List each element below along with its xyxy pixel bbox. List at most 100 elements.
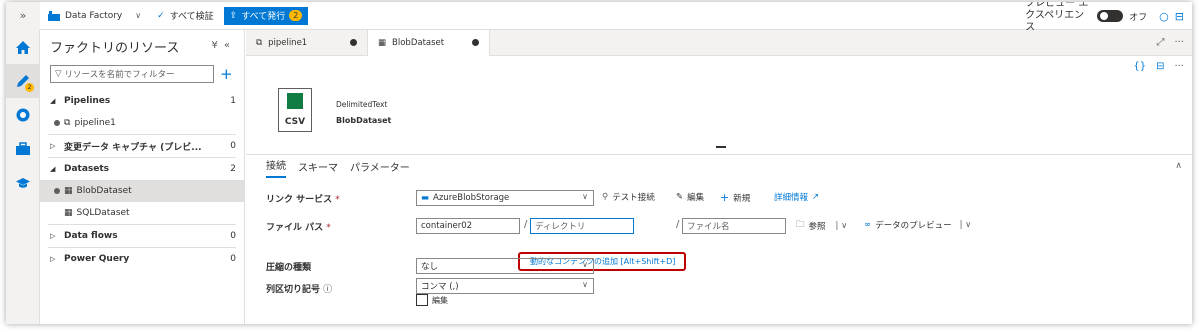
- tab-parameters[interactable]: パラメーター: [350, 159, 410, 178]
- collapsed-triangle-icon: ▷: [50, 142, 56, 150]
- top-toolbar: » Data Factory ∨ ✓ すべて検証 ⇪ すべて発行 2 プレビュー…: [6, 2, 1192, 33]
- tab-connection[interactable]: 接続: [266, 157, 286, 178]
- new-label: 新規: [733, 193, 751, 204]
- tree-group-cdc[interactable]: ▷ 変更データ キャプチャ (プレビ... 0: [40, 135, 244, 157]
- maximize-icon[interactable]: ⤢: [1156, 37, 1164, 48]
- group-label: Pipelines: [64, 96, 111, 106]
- group-label: Data flows: [64, 231, 118, 241]
- delimiter-select[interactable]: コンマ (,) ∨: [416, 278, 594, 294]
- dataset-header: CSV DelimitedText BlobDataset: [246, 76, 1192, 154]
- panel-splitter[interactable]: [716, 146, 726, 148]
- learning-button[interactable]: [6, 166, 40, 200]
- chevron-down-icon: | ∨: [835, 221, 848, 231]
- tree-item-blobdataset[interactable]: ▦ BlobDataset: [40, 180, 244, 202]
- collapse-panel-icon[interactable]: ¥«: [212, 40, 236, 51]
- notes-icon[interactable]: ⊟: [1175, 10, 1184, 23]
- validate-all-label: すべて検証: [169, 12, 214, 22]
- manage-button[interactable]: [6, 132, 40, 166]
- csv-icon-label: CSV: [284, 117, 306, 127]
- test-connection-button[interactable]: ⚲ テスト接続: [602, 191, 655, 203]
- tree-group-pipelines[interactable]: ◢ Pipelines 1: [40, 90, 244, 112]
- more-icon[interactable]: ···: [1174, 37, 1184, 48]
- tree-group-powerquery[interactable]: ▷ Power Query 0: [40, 248, 244, 270]
- dataset-type: DelimitedText: [336, 100, 388, 109]
- factory-resources-panel: ファクトリのリソース ¥« ▽ リソースを名前でフィルター + ◢ Pipeli…: [40, 30, 245, 324]
- properties-icon[interactable]: ⊟: [1156, 61, 1164, 72]
- property-tabs: 接続 スキーマ パラメーター ∧: [246, 154, 1192, 178]
- unsaved-dot-icon: [350, 39, 357, 46]
- directory-input[interactable]: ディレクトリ: [530, 218, 634, 234]
- left-rail: 2: [6, 30, 40, 324]
- edit-delimiter-checkbox[interactable]: [416, 294, 428, 306]
- validate-all-button[interactable]: ✓ すべて検証: [149, 6, 222, 26]
- group-count: 0: [230, 231, 236, 241]
- pending-badge: 2: [25, 83, 34, 92]
- file-path-label: ファイル パス *: [266, 223, 331, 233]
- unsaved-dot-icon: [54, 120, 60, 126]
- browse-button[interactable]: 🗀 参照 | ∨: [796, 219, 847, 233]
- path-separator: /: [676, 219, 680, 230]
- directory-placeholder: ディレクトリ: [535, 222, 586, 232]
- filter-placeholder: リソースを名前でフィルター: [64, 70, 175, 80]
- tab-pipeline1[interactable]: ⧉ pipeline1: [246, 30, 368, 56]
- learn-more-link[interactable]: 詳細情報 ↗: [774, 191, 819, 203]
- chevron-down-icon: ∨: [582, 260, 588, 269]
- filename-input[interactable]: ファイル名: [682, 218, 786, 234]
- preview-data-button[interactable]: ∞ データのプレビュー | ∨: [864, 219, 971, 231]
- tab-schema[interactable]: スキーマ: [298, 159, 338, 178]
- dataset-name: BlobDataset: [336, 116, 392, 125]
- test-connection-label: テスト接続: [612, 193, 655, 203]
- info-icon: ⓘ: [323, 285, 333, 295]
- adf-window: » Data Factory ∨ ✓ すべて検証 ⇪ すべて発行 2 プレビュー…: [6, 2, 1192, 324]
- group-count: 0: [230, 254, 236, 264]
- publish-count-badge: 2: [289, 10, 303, 21]
- add-resource-button[interactable]: +: [220, 65, 233, 83]
- edit-label: 編集: [687, 193, 705, 203]
- home-button[interactable]: [6, 30, 40, 64]
- tree-item-pipeline1[interactable]: ⧉ pipeline1: [40, 112, 244, 134]
- linked-service-select[interactable]: ▬ AzureBlobStorage ∨: [416, 190, 594, 206]
- tab-blobdataset[interactable]: ▦ BlobDataset: [368, 30, 490, 56]
- toolbox-icon: [16, 142, 30, 155]
- item-label: SQLDataset: [76, 208, 130, 218]
- resource-filter-input[interactable]: ▽ リソースを名前でフィルター: [50, 65, 214, 83]
- chevron-down-icon: ∨: [135, 11, 142, 20]
- panel-title: ファクトリのリソース: [50, 40, 180, 56]
- container-input[interactable]: container02: [416, 218, 520, 234]
- refresh-icon[interactable]: ○: [1159, 10, 1169, 23]
- publish-all-button[interactable]: ⇪ すべて発行 2: [223, 6, 309, 25]
- plug-icon: ⚲: [602, 192, 609, 202]
- pipeline-icon: ⧉: [256, 38, 263, 48]
- container-value: container02: [421, 221, 473, 231]
- tree-group-dataflows[interactable]: ▷ Data flows 0: [40, 225, 244, 247]
- factory-selector[interactable]: Data Factory ∨: [40, 6, 149, 26]
- group-label: Power Query: [64, 254, 130, 264]
- learn-more-label: 詳細情報: [774, 193, 809, 203]
- publish-icon: ⇪: [229, 10, 238, 21]
- more-actions-icon[interactable]: ···: [1174, 61, 1184, 72]
- code-icon[interactable]: {}: [1133, 61, 1146, 72]
- preview-data-label: データのプレビュー: [875, 221, 952, 231]
- delimiter-label: 列区切り記号 ⓘ: [266, 285, 333, 295]
- unsaved-dot-icon: [472, 39, 479, 46]
- compression-select[interactable]: なし ∨: [416, 258, 594, 274]
- table-icon: ▦: [378, 38, 387, 48]
- tree-item-sqldataset[interactable]: ▦ SQLDataset: [40, 202, 244, 224]
- new-linked-service-button[interactable]: + 新規: [720, 191, 750, 204]
- table-icon: ▦: [64, 186, 73, 196]
- browse-label: 参照: [808, 222, 826, 232]
- chevron-up-icon[interactable]: ∧: [1175, 161, 1182, 171]
- tree-group-datasets[interactable]: ◢ Datasets 2: [40, 158, 244, 180]
- author-button[interactable]: 2: [6, 64, 40, 98]
- item-label: pipeline1: [74, 118, 116, 128]
- filter-icon: ▽: [55, 69, 62, 79]
- expand-rail-button[interactable]: »: [6, 2, 40, 30]
- item-label: BlobDataset: [76, 186, 132, 196]
- monitor-button[interactable]: [6, 98, 40, 132]
- edit-linked-service-button[interactable]: ✎ 編集: [676, 191, 704, 203]
- publish-all-label: すべて発行: [241, 12, 286, 22]
- edit-checkbox-label: 編集: [432, 296, 448, 305]
- chevron-down-icon: ∨: [582, 280, 588, 289]
- expanded-triangle-icon: ◢: [50, 165, 56, 173]
- preview-toggle[interactable]: [1097, 10, 1124, 22]
